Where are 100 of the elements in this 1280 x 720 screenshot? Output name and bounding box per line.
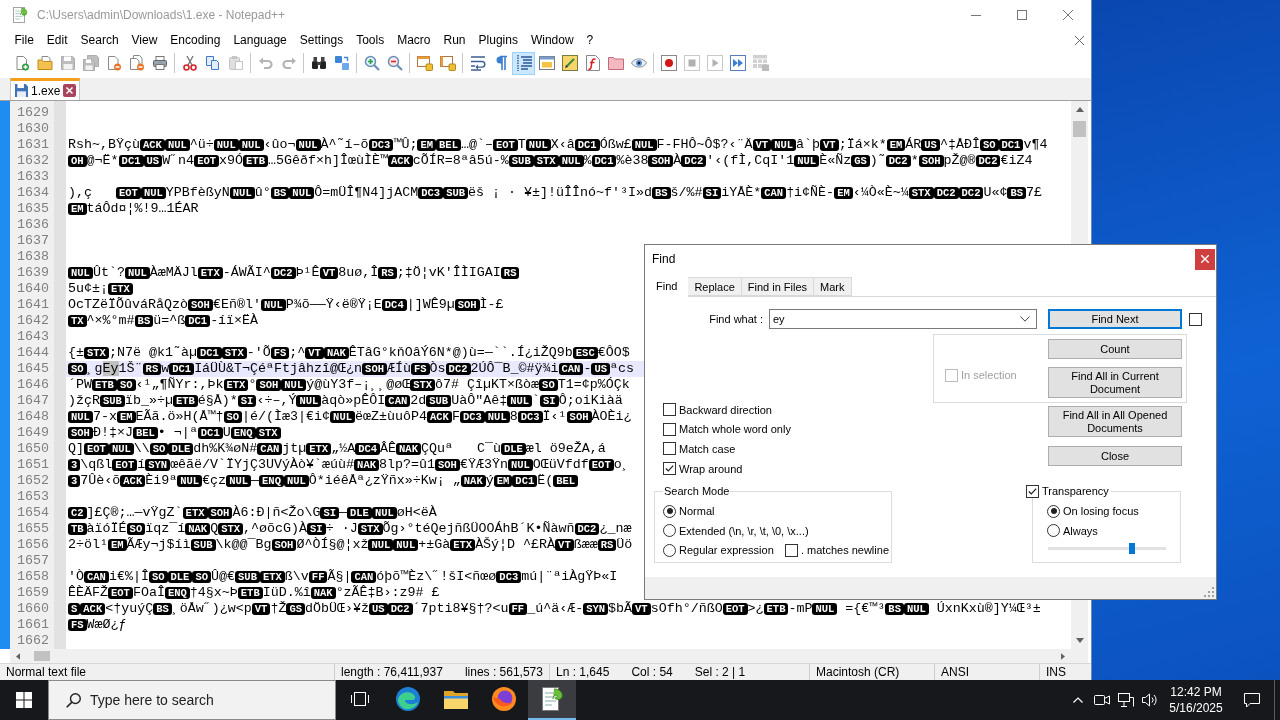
binary-text: sOfh°/ñßO <box>650 601 723 616</box>
menu-item[interactable]: Encoding <box>163 30 227 50</box>
search-field[interactable]: Type here to search <box>48 680 336 720</box>
checkbox[interactable] <box>1026 485 1039 499</box>
control-char-badge: ETB <box>243 155 268 167</box>
dialog-tab[interactable]: Find in Files <box>741 277 815 296</box>
binary-text: ßææ <box>573 537 598 552</box>
close-icon[interactable] <box>63 84 77 97</box>
binary-text: ÊÈÄFŽ <box>68 585 108 600</box>
line-number: 1649 <box>17 425 49 441</box>
menu-item[interactable]: Edit <box>40 30 75 50</box>
line-number: 1638 <box>17 249 49 265</box>
checkbox[interactable] <box>1189 312 1202 326</box>
dialog-tab[interactable]: Mark <box>814 277 852 296</box>
control-char-badge: TB <box>68 523 87 535</box>
control-char-badge: DC1 <box>118 155 144 167</box>
checkbox-label[interactable]: Transparency <box>1042 485 1109 499</box>
radio-label[interactable]: Normal <box>679 505 715 518</box>
slider-thumb[interactable] <box>1128 542 1135 554</box>
checkbox-label[interactable]: Backward direction <box>679 403 772 416</box>
checkbox[interactable] <box>663 462 676 476</box>
clock-date[interactable]: 5/16/2025 <box>1169 700 1223 716</box>
radio-label[interactable]: Regular expression <box>679 544 774 557</box>
checkbox[interactable] <box>784 543 798 557</box>
scroll-up-icon[interactable] <box>1075 107 1084 112</box>
radio-label[interactable]: Always <box>1063 524 1098 537</box>
menu-item[interactable]: Window <box>524 30 581 50</box>
menu-item[interactable]: ? <box>580 30 600 50</box>
radio-label[interactable]: Extended (\n, \r, \t, \0, \x...) <box>679 524 809 537</box>
binary-text: Ë( <box>537 473 554 488</box>
clock-time[interactable]: 12:42 PM <box>1170 684 1222 700</box>
find-all-opened-button[interactable]: Find All in All Opened Documents <box>1048 406 1182 437</box>
window-title: C:\Users\admin\Downloads\1.exe - Notepad++ <box>37 8 286 22</box>
checkbox-label[interactable]: Match case <box>679 443 736 455</box>
checkbox-label[interactable]: Match whole word only <box>679 423 791 436</box>
resize-grip-icon[interactable] <box>1204 587 1214 597</box>
notepad-icon <box>540 687 564 711</box>
binary-text: U <box>222 425 231 440</box>
binary-text: ^‡ÅÐÎ <box>939 137 980 152</box>
swirl-icon <box>396 687 420 711</box>
radio-button[interactable] <box>1047 524 1060 538</box>
dialog-tab[interactable]: Replace <box>688 277 742 296</box>
checkbox[interactable] <box>663 442 676 456</box>
binary-text: ÊTâG°kňOâÝ6N*@)ù=—``.Í¿iŽQ9b <box>348 345 573 360</box>
binary-text: ëœZ±ùuôP4 <box>355 409 427 424</box>
menu-item[interactable]: Run <box>437 30 473 50</box>
scroll-right-icon[interactable] <box>1061 652 1065 660</box>
scrollbar-thumb[interactable] <box>1073 121 1086 137</box>
checkbox-label[interactable]: Wrap around <box>679 462 743 475</box>
radio-button[interactable] <box>1047 504 1060 518</box>
menu-item[interactable]: Macro <box>390 30 437 50</box>
scrollbar-thumb[interactable] <box>34 651 50 661</box>
checkbox-label[interactable]: . matches newline <box>800 544 889 557</box>
control-char-badge: NAK <box>310 587 336 599</box>
scroll-down-icon[interactable] <box>1075 638 1084 643</box>
radio-button[interactable] <box>663 504 676 518</box>
menu-item[interactable]: Search <box>74 30 126 50</box>
radio-button[interactable] <box>663 543 676 557</box>
count-button[interactable]: Count <box>1048 339 1182 359</box>
binary-text: €ŸÆ3Ÿn <box>459 457 508 472</box>
menu-item[interactable]: Tools <box>349 30 391 50</box>
dropdown-caret-icon[interactable] <box>1020 316 1030 322</box>
checkbox[interactable] <box>663 403 676 417</box>
close-button[interactable] <box>1195 248 1215 270</box>
checkbox[interactable] <box>663 422 676 436</box>
control-char-badge: 3 <box>68 475 81 487</box>
menu-item[interactable]: Plugins <box>472 30 525 50</box>
taskbar-button[interactable] <box>528 680 576 720</box>
binary-text: œêãë/V`ÏYjÇ3UVýÀò¥`æúù# <box>170 457 355 472</box>
dialog-title: Find <box>652 252 676 266</box>
control-char-badge: NUL <box>558 155 584 167</box>
horizontal-scrollbar[interactable] <box>10 649 1071 663</box>
control-char-badge: NUL <box>283 475 309 487</box>
control-char-badge: ETX <box>197 267 223 279</box>
page-plus-icon <box>13 55 30 71</box>
close-document-button[interactable] <box>1074 34 1085 46</box>
radio-label[interactable]: On losing focus <box>1063 505 1139 518</box>
binary-text: F-FHÔ~Ô$?‹¨Ä <box>656 137 753 152</box>
control-char-badge: BS <box>1007 187 1027 199</box>
line-number: 1637 <box>17 233 49 249</box>
binary-text: ý@ùY3f–¡¸¸@øŒ <box>306 377 411 392</box>
menu-item[interactable]: View <box>125 30 164 50</box>
find-what-field[interactable]: ey <box>769 309 1037 329</box>
binary-text: ïqz¯í <box>145 521 186 536</box>
find-next-button[interactable]: Find Next <box>1048 309 1182 329</box>
control-char-badge: DC2 <box>975 155 1001 167</box>
menu-item[interactable]: Language <box>226 30 294 50</box>
control-char-badge: 3 <box>68 459 81 471</box>
menu-item[interactable]: File <box>8 30 41 50</box>
binary-text: š/%# <box>670 185 703 200</box>
file-tab[interactable]: 1.exe <box>10 78 81 100</box>
close-dialog-button[interactable]: Close <box>1048 446 1182 466</box>
binary-text: ¸g <box>86 361 103 376</box>
control-char-badge: EM <box>417 139 437 151</box>
control-char-badge: EOT <box>116 187 141 199</box>
find-all-current-button[interactable]: Find All in Current Document <box>1048 367 1182 398</box>
radio-button[interactable] <box>663 524 676 538</box>
menu-item[interactable]: Settings <box>293 30 350 50</box>
control-char-badge: NUL <box>903 603 929 615</box>
scroll-left-icon[interactable] <box>16 652 20 660</box>
